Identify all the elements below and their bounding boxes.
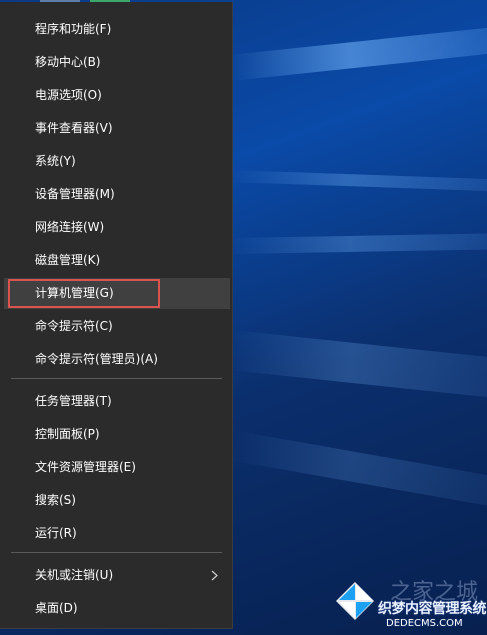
wallpaper-light-beam [229,232,487,254]
site-watermark: 之家之城 织梦内容管理系统 DEDECMS.COM [330,568,487,635]
menu-item-label: 程序和功能(F) [35,22,112,36]
menu-item-label: 电源选项(O) [35,88,102,102]
menu-item-programs-and-features[interactable]: 程序和功能(F) [4,14,230,45]
menu-item-file-explorer[interactable]: 文件资源管理器(E) [4,452,230,483]
menu-item-label: 运行(R) [35,526,77,540]
menu-item-command-prompt-admin[interactable]: 命令提示符(管理员)(A) [4,344,230,375]
menu-item-label: 命令提示符(管理员)(A) [35,352,158,366]
menu-item-label: 命令提示符(C) [35,319,113,333]
menu-item-system[interactable]: 系统(Y) [4,146,230,177]
menu-item-search[interactable]: 搜索(S) [4,485,230,516]
wallpaper-light-beam [229,170,487,193]
winx-context-menu: 程序和功能(F) 移动中心(B) 电源选项(O) 事件查看器(V) 系统(Y) … [0,2,233,629]
menu-item-label: 关机或注销(U) [35,568,114,582]
menu-item-label: 桌面(D) [35,601,78,615]
menu-item-computer-management[interactable]: 计算机管理(G) [4,278,230,309]
menu-item-shut-down-or-sign-out[interactable]: 关机或注销(U) [4,560,230,591]
menu-item-run[interactable]: 运行(R) [4,518,230,549]
menu-item-event-viewer[interactable]: 事件查看器(V) [4,113,230,144]
menu-item-label: 设备管理器(M) [35,187,115,201]
menu-item-power-options[interactable]: 电源选项(O) [4,80,230,111]
menu-item-label: 移动中心(B) [35,55,101,69]
wallpaper-light-beam [227,330,487,402]
menu-item-network-connections[interactable]: 网络连接(W) [4,212,230,243]
windows-logo-icon [330,576,380,632]
watermark-title: 织梦内容管理系统 [378,601,487,617]
menu-item-label: 事件查看器(V) [35,121,113,135]
menu-item-command-prompt[interactable]: 命令提示符(C) [4,311,230,342]
menu-item-control-panel[interactable]: 控制面板(P) [4,419,230,450]
desktop-background: 程序和功能(F) 移动中心(B) 电源选项(O) 事件查看器(V) 系统(Y) … [0,0,487,635]
menu-item-mobility-center[interactable]: 移动中心(B) [4,47,230,78]
menu-item-label: 任务管理器(T) [35,394,112,408]
menu-item-disk-management[interactable]: 磁盘管理(K) [4,245,230,276]
menu-separator [11,552,222,553]
menu-item-label: 计算机管理(G) [35,286,114,300]
chevron-right-icon [210,560,220,591]
menu-separator [11,378,222,379]
menu-item-label: 控制面板(P) [35,427,100,441]
menu-item-label: 搜索(S) [35,493,76,507]
watermark-url: DEDECMS.COM [386,618,463,629]
menu-item-label: 系统(Y) [35,154,76,168]
menu-item-task-manager[interactable]: 任务管理器(T) [4,386,230,417]
menu-item-label: 磁盘管理(K) [35,253,101,267]
menu-item-desktop[interactable]: 桌面(D) [4,593,230,624]
menu-item-device-manager[interactable]: 设备管理器(M) [4,179,230,210]
wallpaper-light-beam [227,430,487,512]
wallpaper-light-beam [228,23,487,81]
menu-item-label: 网络连接(W) [35,220,105,234]
menu-item-label: 文件资源管理器(E) [35,460,136,474]
